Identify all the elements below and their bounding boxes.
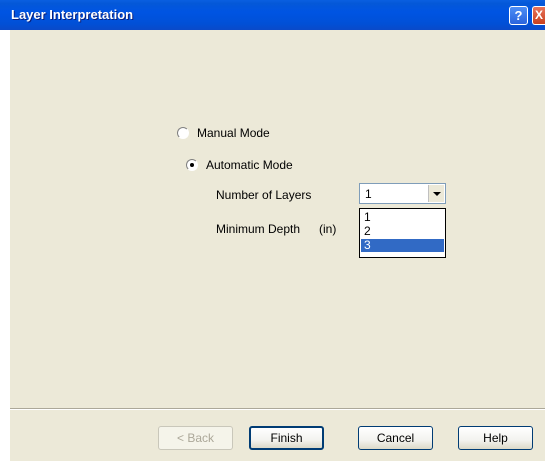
dropdown-arrow-icon[interactable] xyxy=(428,185,444,202)
finish-button[interactable]: Finish xyxy=(249,426,324,450)
automatic-mode-radio[interactable] xyxy=(186,159,198,171)
minimum-depth-label: Minimum Depth xyxy=(216,222,301,236)
window-title: Layer Interpretation xyxy=(11,7,134,22)
dropdown-option-3[interactable]: 3 xyxy=(361,239,444,252)
manual-mode-option[interactable]: Manual Mode xyxy=(177,126,270,140)
number-of-layers-label: Number of Layers xyxy=(216,188,312,202)
manual-mode-label: Manual Mode xyxy=(197,126,270,140)
number-of-layers-combobox[interactable]: 1 xyxy=(359,183,446,204)
number-of-layers-dropdown-list[interactable]: 1 2 3 xyxy=(359,208,446,258)
automatic-mode-option[interactable]: Automatic Mode xyxy=(186,158,293,172)
automatic-mode-label: Automatic Mode xyxy=(206,158,293,172)
manual-mode-radio[interactable] xyxy=(177,127,189,139)
cancel-button[interactable]: Cancel xyxy=(358,426,433,450)
dropdown-option-2[interactable]: 2 xyxy=(361,225,444,238)
radio-selected-dot xyxy=(190,163,194,167)
title-bar[interactable]: Layer Interpretation ? X xyxy=(0,0,545,30)
dialog-body: Manual Mode Automatic Mode Number of Lay… xyxy=(10,30,545,461)
help-button[interactable]: Help xyxy=(458,426,533,450)
number-of-layers-value: 1 xyxy=(365,187,372,201)
back-button[interactable]: < Back xyxy=(158,426,233,450)
minimum-depth-unit: (in) xyxy=(319,222,337,236)
dropdown-option-1[interactable]: 1 xyxy=(361,211,444,224)
help-title-button[interactable]: ? xyxy=(509,6,528,25)
close-title-button[interactable]: X xyxy=(532,6,545,25)
button-separator xyxy=(10,408,545,410)
